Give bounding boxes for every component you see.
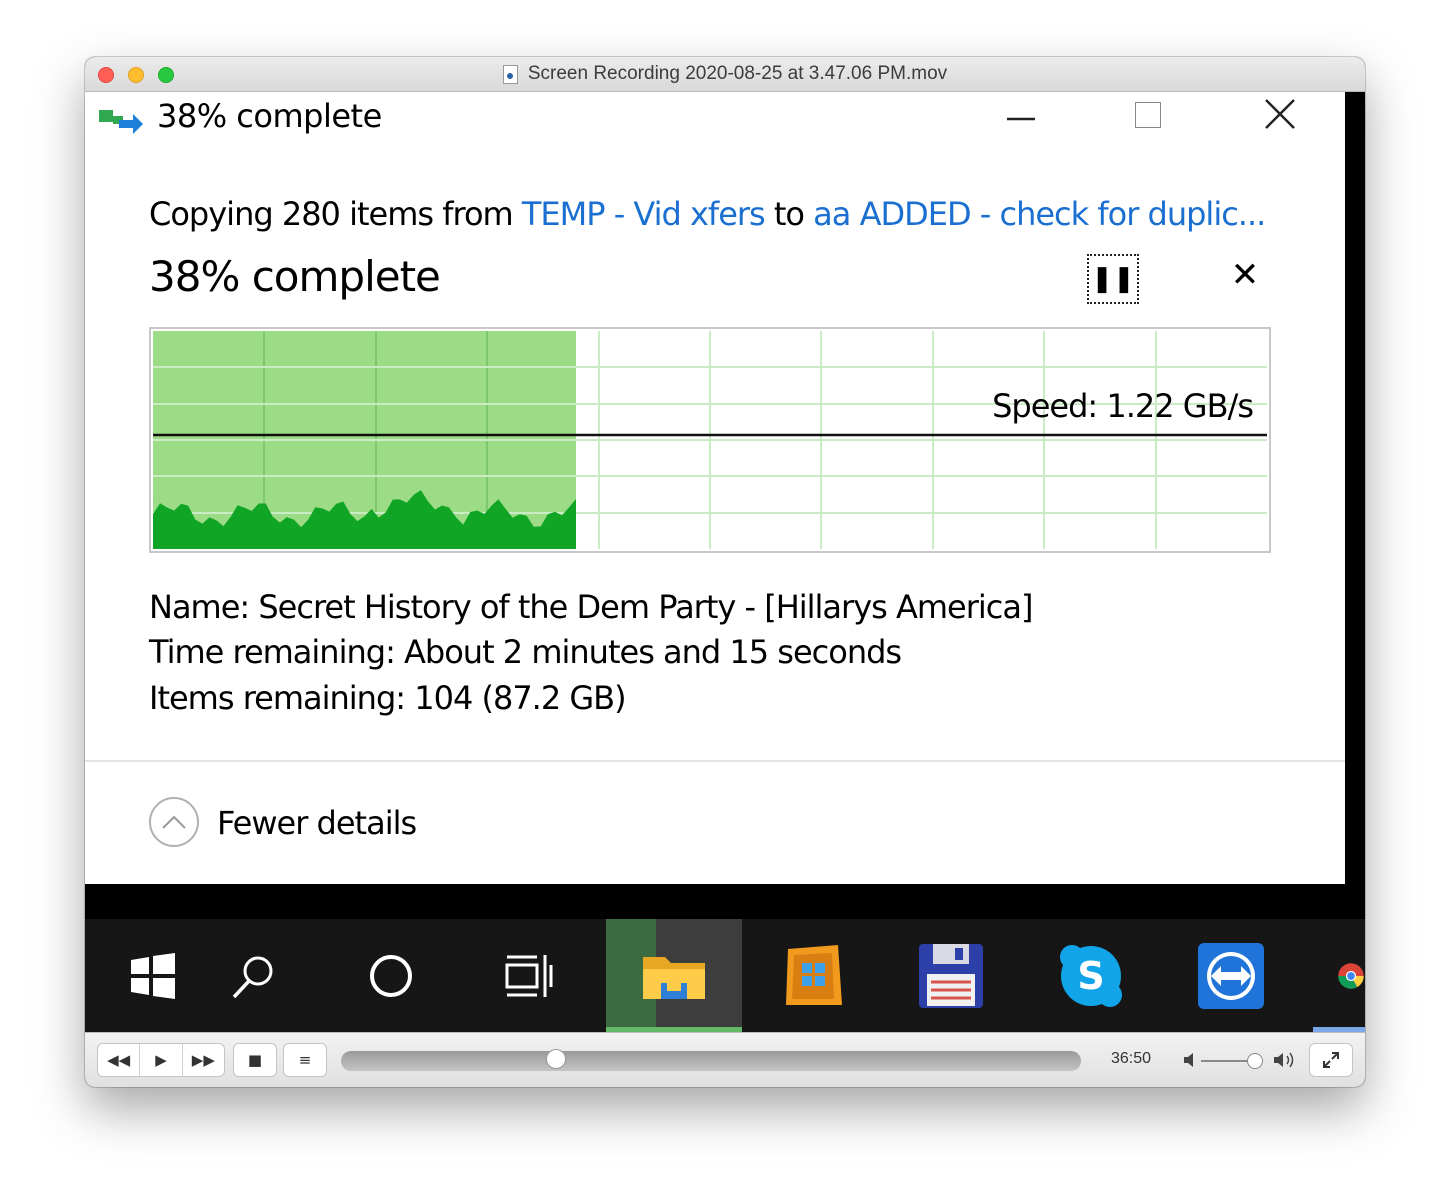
skype-button[interactable]: S [1023, 919, 1159, 1032]
file-explorer-taskbar-button[interactable] [606, 919, 742, 1032]
close-icon [1265, 99, 1295, 129]
movie-file-icon [502, 64, 518, 84]
windows-start-icon [131, 952, 175, 999]
task-view-icon [505, 954, 553, 997]
rewind-button[interactable]: ◀◀ [98, 1044, 141, 1076]
skype-icon: S [1060, 944, 1122, 1007]
copy-progress-dialog: 38% complete Copying 280 items from TEMP… [85, 92, 1345, 884]
rewind-icon: ◀◀ [107, 1051, 131, 1069]
chrome-button[interactable] [1313, 919, 1365, 1032]
save-floppy-icon [919, 943, 983, 1008]
play-icon: ▶ [155, 1051, 167, 1069]
cortana-icon [370, 954, 412, 997]
volume-high-icon [1274, 1052, 1294, 1068]
search-button[interactable] [185, 919, 321, 1032]
chrome-icon [1338, 962, 1364, 989]
cortana-button[interactable] [323, 919, 459, 1032]
time-remaining: Time remaining: About 2 minutes and 15 s… [149, 633, 902, 671]
fullscreen-control [1309, 1043, 1353, 1077]
player-controls: ◀◀ ▶ ▶▶ ■ ≡ 36:50 [85, 1032, 1365, 1087]
minimize-dialog-button[interactable] [1001, 95, 1041, 144]
fullscreen-button[interactable] [1310, 1044, 1352, 1076]
stop-button[interactable]: ■ [234, 1044, 276, 1076]
details-divider [85, 760, 1345, 762]
volume-low-icon [1184, 1053, 1193, 1067]
window-title: Screen Recording 2020-08-25 at 3.47.06 P… [527, 63, 948, 84]
fast-forward-icon: ▶▶ [191, 1051, 215, 1069]
search-icon [232, 956, 273, 998]
windows-store-button[interactable] [745, 919, 881, 1032]
speed-label: Speed: 1.22 GB/s [992, 387, 1254, 425]
playback-position-knob[interactable] [545, 1049, 566, 1069]
fast-forward-button[interactable]: ▶▶ [183, 1044, 224, 1076]
cancel-copy-button[interactable]: ✕ [1225, 255, 1265, 299]
quicktime-window: Screen Recording 2020-08-25 at 3.47.06 P… [85, 57, 1365, 1087]
playback-scrubber[interactable] [341, 1051, 1081, 1071]
playlist-control: ≡ [283, 1043, 327, 1077]
maximize-dialog-button[interactable] [1135, 102, 1161, 128]
list-icon: ≡ [298, 1051, 312, 1069]
windows-store-icon [786, 944, 842, 1005]
window-title-area: Screen Recording 2020-08-25 at 3.47.06 P… [85, 57, 1365, 91]
copy-prefix-text: Copying 280 items from [149, 195, 522, 233]
fewer-details-toggle[interactable] [149, 797, 199, 847]
stop-icon: ■ [247, 1051, 263, 1069]
current-file-name: Name: Secret History of the Dem Party - … [149, 588, 1033, 626]
teamviewer-button[interactable] [1163, 919, 1299, 1032]
task-view-button[interactable] [461, 919, 597, 1032]
windows-taskbar: S [85, 919, 1365, 1032]
svg-text:S: S [1077, 954, 1104, 998]
pause-icon: ❚❚ [1091, 264, 1135, 294]
file-copy-icon [99, 110, 143, 134]
playlist-button[interactable]: ≡ [284, 1044, 326, 1076]
copy-summary: Copying 280 items from TEMP - Vid xfers … [149, 195, 1266, 233]
chevron-up-icon [162, 815, 186, 829]
speed-graph-canvas [153, 331, 1267, 549]
destination-folder-link[interactable]: aa ADDED - check for duplic... [813, 195, 1266, 233]
transport-controls: ◀◀ ▶ ▶▶ [97, 1043, 225, 1077]
pause-button[interactable]: ❚❚ [1087, 254, 1139, 304]
timecode: 36:50 [1111, 1050, 1152, 1067]
fewer-details-label[interactable]: Fewer details [217, 804, 417, 842]
dialog-title: 38% complete [157, 97, 382, 135]
minimize-icon [1007, 117, 1035, 121]
expand-icon [1323, 1052, 1339, 1068]
teamviewer-icon [1198, 942, 1264, 1009]
file-explorer-icon [643, 956, 705, 999]
title-bar: Screen Recording 2020-08-25 at 3.47.06 P… [85, 57, 1365, 92]
source-folder-link[interactable]: TEMP - Vid xfers [522, 195, 766, 233]
stop-control: ■ [233, 1043, 277, 1077]
save-app-button[interactable] [883, 919, 1019, 1032]
cancel-icon: ✕ [1230, 255, 1260, 295]
percent-complete-heading: 38% complete [149, 252, 441, 301]
play-button[interactable]: ▶ [140, 1044, 183, 1076]
copy-middle-text: to [764, 195, 814, 233]
volume-knob[interactable] [1247, 1053, 1263, 1069]
items-remaining: Items remaining: 104 (87.2 GB) [149, 679, 627, 717]
transfer-speed-graph: Speed: 1.22 GB/s [149, 327, 1271, 553]
close-dialog-button[interactable] [1255, 92, 1305, 146]
